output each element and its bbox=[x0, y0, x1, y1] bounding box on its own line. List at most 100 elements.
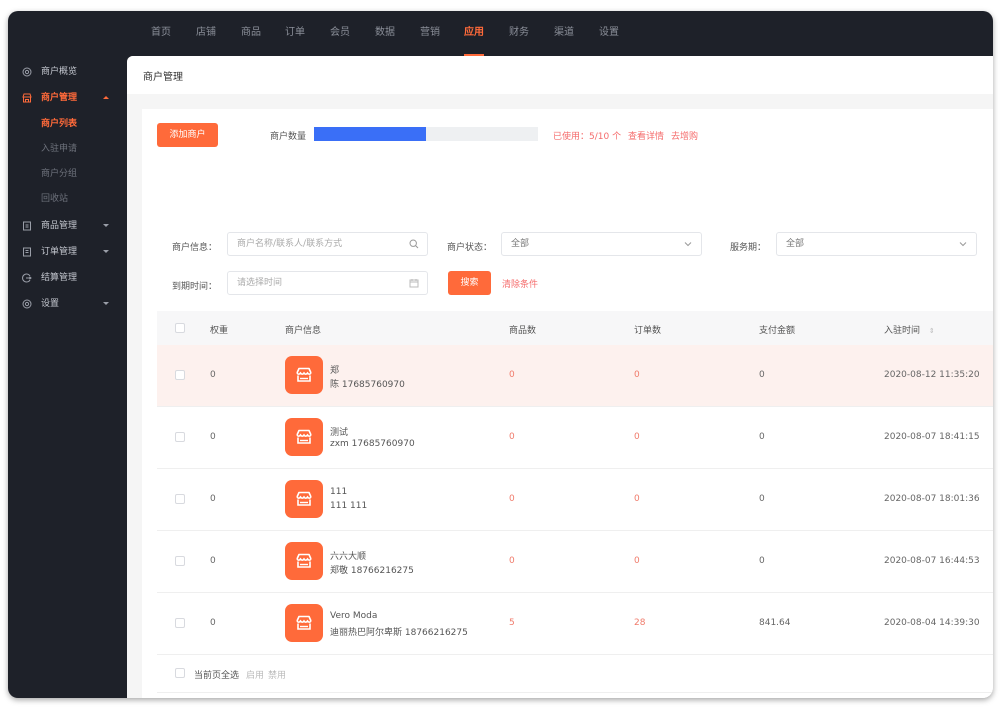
row-checkbox[interactable] bbox=[175, 370, 185, 380]
table-row[interactable]: 0 111 111 111 0 0 0 2020-08-07 18:01:36 bbox=[157, 469, 993, 531]
column-products: 商品数 bbox=[509, 326, 537, 336]
row-checkbox[interactable] bbox=[175, 432, 185, 442]
merchant-name: 郑 bbox=[330, 366, 340, 376]
column-joined-label: 入驻时间 bbox=[884, 326, 921, 336]
table-row[interactable]: 0 测试 zxm 17685760970 0 0 0 2020-08-07 18:41:15 bbox=[157, 407, 993, 469]
paid-amount-cell: 0 bbox=[759, 432, 765, 442]
row-checkbox[interactable] bbox=[175, 618, 185, 628]
sidebar-item-merchant-management[interactable]: 商户管理 bbox=[8, 86, 127, 110]
select-page-checkbox[interactable] bbox=[175, 668, 185, 678]
table-row[interactable]: 0 郑陈 17685760970 0 0 0 2020-08-12 11:35:20 bbox=[157, 345, 993, 407]
table-row[interactable]: 0 六六大顺 郑敬 18766216275 0 0 0 2020-08-07 16:44:5… bbox=[157, 531, 993, 593]
search-button[interactable]: 搜索 bbox=[448, 271, 491, 295]
sidebar-item-label: 商品管理 bbox=[41, 221, 78, 231]
column-merchant: 商户信息 bbox=[285, 326, 322, 336]
order-count-cell[interactable]: 0 bbox=[634, 370, 640, 380]
column-paid-amount: 支付金额 bbox=[759, 326, 796, 336]
order-count-cell[interactable]: 28 bbox=[634, 618, 645, 628]
nav-orders[interactable]: 订单 bbox=[285, 11, 305, 56]
nav-settings[interactable]: 设置 bbox=[599, 11, 619, 56]
sidebar-subitem-applications[interactable]: 入驻申请 bbox=[41, 139, 77, 159]
gear-icon bbox=[22, 67, 32, 77]
merchant-avatar bbox=[285, 480, 323, 518]
disable-button[interactable]: 禁用 bbox=[268, 668, 286, 681]
column-joined-time[interactable]: 入驻时间 ⇕ bbox=[884, 323, 935, 336]
sidebar-item-label: 商户管理 bbox=[41, 93, 78, 103]
settlement-icon bbox=[22, 273, 32, 283]
joined-time-cell: 2020-08-07 16:44:53 bbox=[884, 556, 980, 566]
table-header: 权重 商户信息 商品数 订单数 支付金额 入驻时间 ⇕ bbox=[157, 311, 993, 345]
merchant-status-select[interactable]: 全部 bbox=[501, 232, 702, 256]
clear-filters-link[interactable]: 清除条件 bbox=[502, 277, 538, 290]
column-weight: 权重 bbox=[210, 326, 229, 336]
quota-progress-fill bbox=[314, 127, 426, 141]
paid-amount-cell: 841.64 bbox=[759, 618, 791, 628]
weight-cell: 0 bbox=[210, 432, 216, 442]
settings-icon bbox=[22, 299, 32, 309]
nav-data[interactable]: 数据 bbox=[375, 11, 395, 56]
weight-cell: 0 bbox=[210, 370, 216, 380]
merchant-contact: 郑敬 18766216275 bbox=[330, 566, 414, 576]
merchant-name: 111 bbox=[330, 487, 348, 497]
select-all-header-checkbox[interactable] bbox=[175, 323, 185, 333]
joined-time-cell: 2020-08-12 11:35:20 bbox=[884, 370, 980, 380]
nav-finance[interactable]: 财务 bbox=[509, 11, 529, 56]
product-count-cell[interactable]: 0 bbox=[509, 556, 515, 566]
store-icon bbox=[296, 615, 312, 630]
app-window: 首页 店铺 商品 订单 会员 数据 营销 应用 财务 渠道 设置 商户概览 商户… bbox=[8, 11, 993, 698]
buy-more-link[interactable]: 去增购 bbox=[671, 129, 698, 142]
product-count-cell[interactable]: 0 bbox=[509, 494, 515, 504]
merchant-name: 六六大顺 bbox=[330, 552, 367, 562]
merchant-info-input[interactable]: 商户名称/联系人/联系方式 bbox=[227, 232, 428, 256]
merchant-avatar bbox=[285, 542, 323, 580]
merchant-avatar bbox=[285, 604, 323, 642]
view-details-link[interactable]: 查看详情 bbox=[628, 129, 664, 142]
row-checkbox[interactable] bbox=[175, 556, 185, 566]
table-row[interactable]: 0 Vero Moda 迪丽热巴阿尔卑斯 18766216275 5 28 841.64 2… bbox=[157, 593, 993, 655]
sidebar-subitem-groups[interactable]: 商户分组 bbox=[41, 164, 77, 184]
service-period-select[interactable]: 全部 bbox=[776, 232, 977, 256]
merchant-info-label: 商户信息： bbox=[172, 243, 218, 253]
paid-amount-cell: 0 bbox=[759, 556, 765, 566]
expire-time-picker[interactable]: 请选择时间 bbox=[227, 271, 428, 295]
page-title: 商户管理 bbox=[143, 72, 183, 83]
order-count-cell[interactable]: 0 bbox=[634, 494, 640, 504]
nav-members[interactable]: 会员 bbox=[330, 11, 350, 56]
product-count-cell[interactable]: 5 bbox=[509, 618, 515, 628]
sidebar-subitem-recycle-bin[interactable]: 回收站 bbox=[41, 189, 68, 209]
nav-marketing[interactable]: 营销 bbox=[420, 11, 440, 56]
nav-home[interactable]: 首页 bbox=[151, 11, 171, 56]
sidebar-item-settings[interactable]: 设置 bbox=[8, 292, 127, 316]
sidebar-subitem-merchant-list[interactable]: 商户列表 bbox=[41, 114, 77, 134]
chevron-down-icon bbox=[684, 242, 692, 247]
sidebar-item-settlement[interactable]: 结算管理 bbox=[8, 266, 127, 290]
merchant-info-placeholder: 商户名称/联系人/联系方式 bbox=[237, 239, 343, 249]
store-icon bbox=[296, 553, 312, 568]
merchant-contact: 迪丽热巴阿尔卑斯 18766216275 bbox=[330, 628, 468, 638]
row-checkbox[interactable] bbox=[175, 494, 185, 504]
sidebar-item-order-management[interactable]: 订单管理 bbox=[8, 240, 127, 264]
add-merchant-button[interactable]: 添加商户 bbox=[157, 123, 218, 147]
merchant-name: Vero Moda bbox=[330, 611, 378, 621]
document-icon bbox=[23, 221, 31, 231]
order-count-cell[interactable]: 0 bbox=[634, 556, 640, 566]
sort-icon: ⇕ bbox=[928, 327, 935, 335]
product-count-cell[interactable]: 0 bbox=[509, 432, 515, 442]
enable-button[interactable]: 启用 bbox=[246, 668, 264, 681]
nav-products[interactable]: 商品 bbox=[241, 11, 261, 56]
sidebar-item-overview[interactable]: 商户概览 bbox=[8, 60, 127, 84]
paid-amount-cell: 0 bbox=[759, 494, 765, 504]
calendar-icon bbox=[409, 279, 419, 288]
merchant-name: 测试 bbox=[330, 428, 349, 438]
merchant-list-card: 添加商户 商户数量 已使用：5/10 个 查看详情 去增购 商户信息： 商户名称… bbox=[142, 109, 993, 698]
order-count-cell[interactable]: 0 bbox=[634, 432, 640, 442]
chevron-down-icon bbox=[959, 242, 967, 247]
nav-channels[interactable]: 渠道 bbox=[554, 11, 574, 56]
product-count-cell[interactable]: 0 bbox=[509, 370, 515, 380]
merchant-contact: 陈 17685760970 bbox=[330, 380, 405, 390]
sidebar-item-label: 设置 bbox=[41, 299, 60, 309]
search-icon bbox=[409, 239, 419, 249]
nav-shop[interactable]: 店铺 bbox=[196, 11, 216, 56]
nav-apps[interactable]: 应用 bbox=[464, 11, 484, 56]
sidebar-item-product-management[interactable]: 商品管理 bbox=[8, 214, 127, 238]
